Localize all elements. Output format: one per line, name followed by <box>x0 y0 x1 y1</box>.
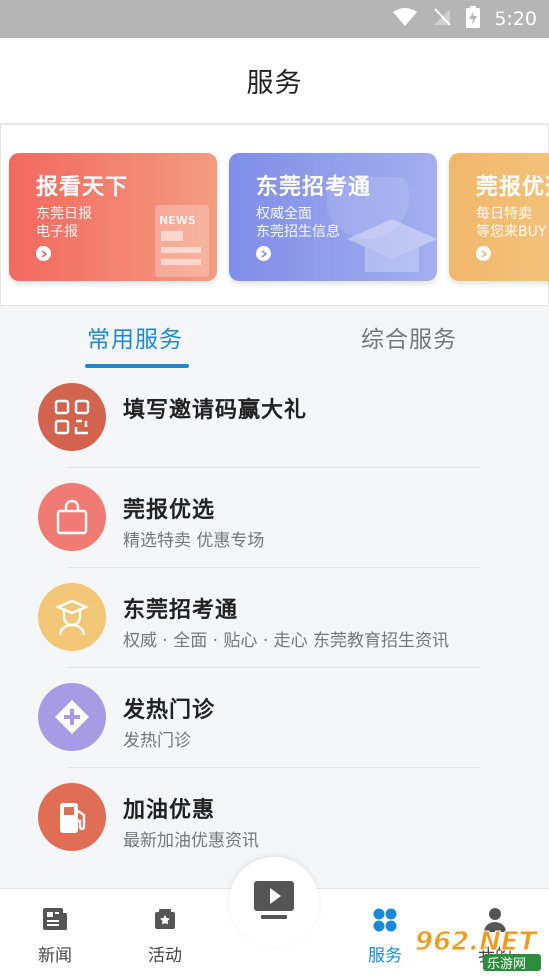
video-play-button[interactable] <box>229 857 319 947</box>
banner-carousel[interactable]: NEWS 报看天下 东莞日报 电子报 东莞招考通 权威全面 东莞招生信息 莞报优… <box>0 124 549 306</box>
wifi-icon <box>392 7 418 31</box>
svg-text:乐游网: 乐游网 <box>487 957 526 972</box>
arrow-right-icon[interactable] <box>36 246 51 261</box>
page-header: 服务 <box>0 38 549 124</box>
banner-subtitle-line1: 东莞日报 <box>36 206 92 222</box>
banner-card-exam[interactable]: 东莞招考通 权威全面 东莞招生信息 <box>229 153 437 281</box>
service-subtitle: 最新加油优惠资讯 <box>123 831 259 851</box>
banner-subtitle-line2: 等您来BUY <box>476 224 547 240</box>
service-title: 莞报优选 <box>123 498 216 523</box>
banner-title: 报看天下 <box>36 175 129 200</box>
video-play-icon <box>253 880 295 924</box>
banner-card-newspaper[interactable]: NEWS 报看天下 东莞日报 电子报 <box>9 153 217 281</box>
service-subtitle: 权威 · 全面 · 贴心 · 走心 东莞教育招生资讯 <box>123 631 450 651</box>
banner-title: 莞报优选 <box>476 175 549 200</box>
grid-icon <box>372 907 398 937</box>
banner-subtitle-line1: 权威全面 <box>256 206 312 222</box>
banner-subtitle-line1: 每日特卖 <box>476 206 532 222</box>
banner-subtitle: 权威全面 东莞招生信息 <box>256 205 416 241</box>
banner-subtitle: 东莞日报 电子报 <box>36 205 196 241</box>
tab-active-indicator <box>85 364 189 368</box>
service-title: 加油优惠 <box>123 798 216 823</box>
banner-card-shop[interactable]: 莞报优选 每日特卖 等您来BUY <box>449 153 549 281</box>
nav-item-news[interactable]: 新闻 <box>10 889 100 976</box>
service-tabs: 常用服务 综合服务 <box>0 306 549 370</box>
service-subtitle: 精选特卖 优惠专场 <box>123 531 265 551</box>
medical-cross-icon <box>38 683 106 751</box>
battery-charging-icon <box>466 6 481 32</box>
list-item-exam[interactable]: 东莞招考通 权威 · 全面 · 贴心 · 走心 东莞教育招生资讯 <box>0 570 549 670</box>
qr-code-icon <box>38 383 106 451</box>
status-bar: 5:20 <box>0 0 549 38</box>
tab-general-services[interactable]: 综合服务 <box>361 320 457 354</box>
activity-icon <box>153 907 177 935</box>
newspaper-icon <box>42 907 68 935</box>
divider <box>68 467 480 468</box>
banner-subtitle-line2: 电子报 <box>36 224 78 240</box>
service-title: 发热门诊 <box>123 698 216 723</box>
fuel-pump-icon <box>38 783 106 851</box>
page-title: 服务 <box>246 68 303 99</box>
arrow-right-icon[interactable] <box>476 246 491 261</box>
banner-subtitle: 每日特卖 等您来BUY <box>476 205 549 241</box>
nav-item-activity[interactable]: 活动 <box>120 889 210 976</box>
list-item-shop[interactable]: 莞报优选 精选特卖 优惠专场 <box>0 470 549 570</box>
svg-text:962.NET: 962.NET <box>415 927 539 957</box>
divider <box>68 567 480 568</box>
service-subtitle: 发热门诊 <box>123 731 191 751</box>
service-title: 填写邀请码赢大礼 <box>123 398 308 423</box>
clock: 5:20 <box>494 8 537 30</box>
signal-off-icon <box>432 7 452 31</box>
arrow-right-icon[interactable] <box>256 246 271 261</box>
list-item-invite-code[interactable]: 填写邀请码赢大礼 <box>0 370 549 470</box>
list-item-fever-clinic[interactable]: 发热门诊 发热门诊 <box>0 670 549 770</box>
shopping-bag-icon <box>38 483 106 551</box>
tab-common-services[interactable]: 常用服务 <box>87 320 183 354</box>
divider <box>68 767 480 768</box>
graduate-icon <box>38 583 106 651</box>
banner-subtitle-line2: 东莞招生信息 <box>256 224 340 240</box>
divider <box>68 667 480 668</box>
service-title: 东莞招考通 <box>123 598 239 623</box>
nav-label: 新闻 <box>38 946 72 966</box>
list-item-fuel-discount[interactable]: 加油优惠 最新加油优惠资讯 <box>0 770 549 870</box>
watermark-logo: 962.NET 乐游网 <box>413 922 543 972</box>
nav-label: 活动 <box>148 946 182 966</box>
banner-title: 东莞招考通 <box>256 175 372 200</box>
